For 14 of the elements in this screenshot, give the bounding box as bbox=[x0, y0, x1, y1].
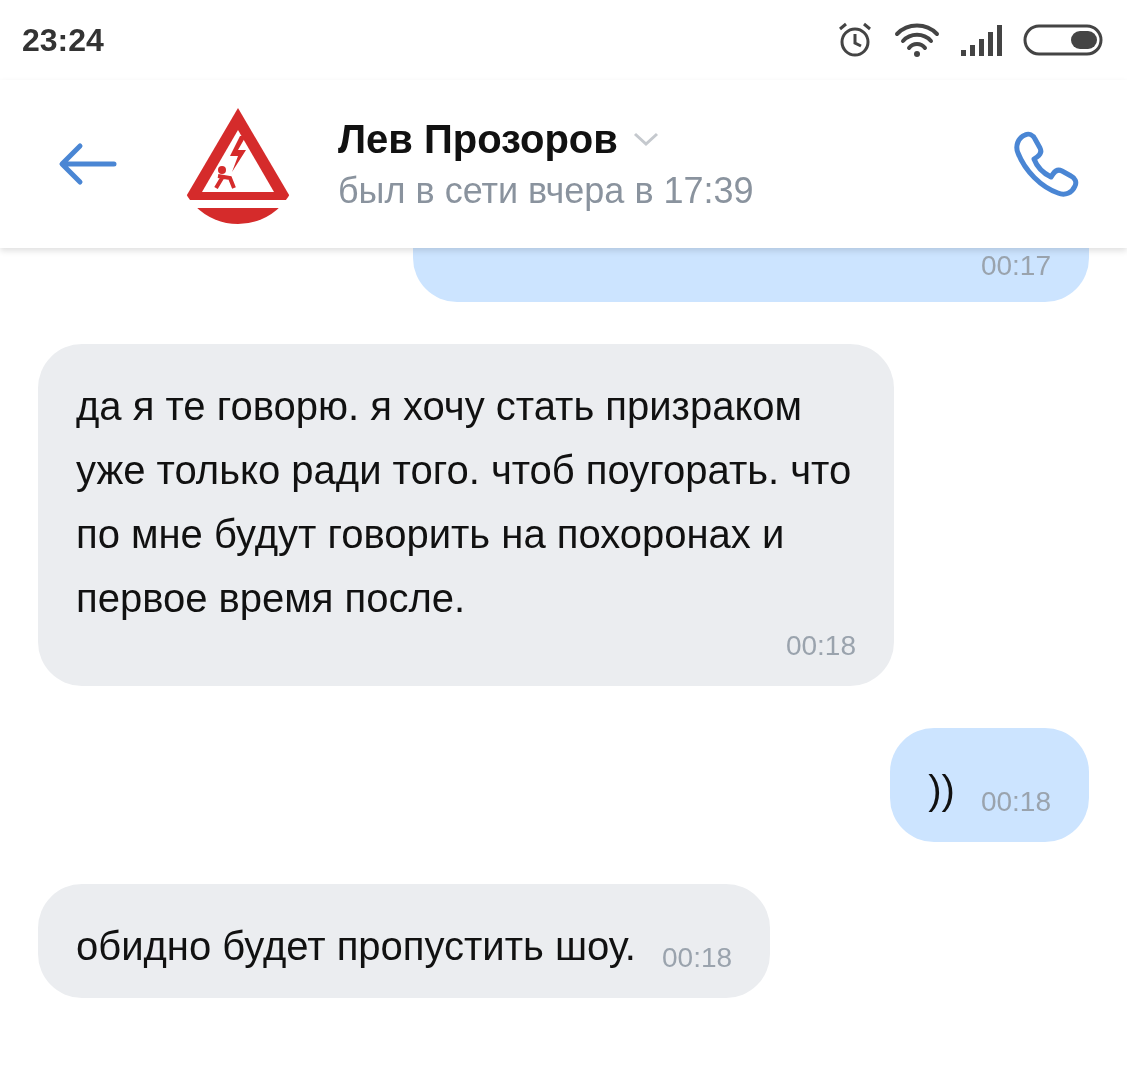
message-time: 00:18 bbox=[980, 786, 1051, 819]
wifi-icon bbox=[893, 22, 941, 58]
message-text: обидно будет пропустить шоу. bbox=[76, 923, 636, 970]
back-arrow-icon[interactable] bbox=[58, 142, 118, 186]
message-time: 00:18 bbox=[662, 942, 733, 975]
signal-icon bbox=[959, 24, 1005, 56]
message-text: да я те говорю. я хочу стать призраком уже только ради того. чтоб поугорать. что по мне будут говорить на похоронах и первое время после. bbox=[76, 383, 853, 622]
message-time: 00:18 bbox=[785, 630, 856, 663]
contact-name[interactable]: Лев Прозоров bbox=[338, 116, 618, 162]
phone-icon[interactable] bbox=[1011, 129, 1081, 199]
last-seen-status: был в сети вчера в 17:39 bbox=[338, 169, 755, 212]
message-time: 00:17 bbox=[980, 250, 1051, 283]
message-text: )) bbox=[928, 767, 955, 814]
status-time: 23:24 bbox=[22, 21, 104, 59]
